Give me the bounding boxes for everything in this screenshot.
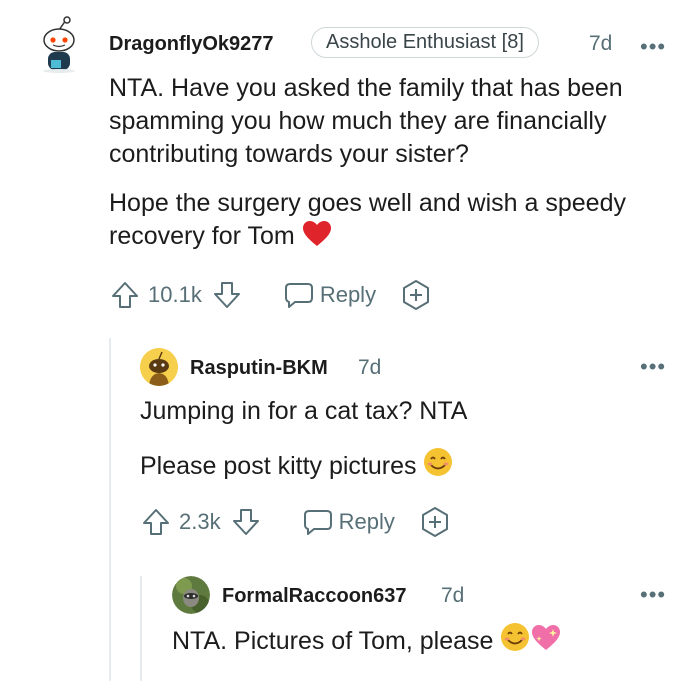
comment-actions: 2.3k Reply (141, 506, 451, 538)
reply-label: Reply (338, 509, 395, 534)
comment-paragraph: NTA. Pictures of Tom, please (172, 622, 672, 661)
comment-paragraph: NTA. Have you asked the family that has … (109, 74, 623, 168)
comment-actions: 10.1k Reply (110, 279, 432, 311)
reply-button[interactable]: Reply (284, 281, 376, 309)
comment-paragraph: Please post kitty pictures (140, 447, 680, 486)
comment-body: NTA. Pictures of Tom, please (172, 622, 672, 661)
more-options-button[interactable]: ••• (640, 584, 666, 606)
avatar[interactable] (36, 16, 82, 74)
reply-button[interactable]: Reply (303, 508, 395, 536)
reply-label: Reply (319, 282, 377, 307)
comment-author[interactable]: DragonflyOk9277 (109, 33, 274, 56)
avatar[interactable] (140, 348, 178, 386)
avatar[interactable] (172, 576, 210, 614)
upvote-icon[interactable] (110, 280, 140, 310)
user-flair: Asshole Enthusiast [8] (311, 27, 539, 58)
snoo-avatar-icon (140, 348, 178, 386)
comment-author[interactable]: FormalRaccoon637 (222, 585, 407, 608)
vote-score: 2.3k (179, 509, 221, 534)
comment-age: 7d (441, 584, 465, 607)
downvote-icon[interactable] (212, 280, 242, 310)
thread-line[interactable] (109, 338, 111, 681)
thread-line[interactable] (140, 576, 142, 681)
award-icon[interactable] (419, 506, 451, 538)
downvote-icon[interactable] (231, 507, 261, 537)
comment-age: 7d (589, 32, 613, 55)
snoo-avatar-icon (43, 16, 75, 73)
more-options-button[interactable]: ••• (640, 356, 666, 378)
upvote-icon[interactable] (141, 507, 171, 537)
chat-bubble-icon (303, 508, 333, 536)
comment-age: 7d (358, 356, 382, 379)
comment-paragraph: Jumping in for a cat tax? NTA (140, 397, 468, 425)
chat-bubble-icon (284, 281, 314, 309)
red-heart-icon (302, 220, 332, 256)
more-options-button[interactable]: ••• (640, 36, 666, 58)
vote-score: 10.1k (148, 282, 202, 307)
raccoon-photo-avatar-icon (172, 576, 210, 614)
comment-paragraph: Hope the surgery goes well and wish a sp… (109, 187, 679, 256)
sparkling-heart-icon (530, 622, 562, 661)
comment-body: NTA. Have you asked the family that has … (109, 72, 679, 256)
award-icon[interactable] (400, 279, 432, 311)
smiling-face-icon (423, 447, 453, 486)
comment-body: Jumping in for a cat tax? NTA Please pos… (140, 395, 680, 486)
smiling-face-icon (500, 622, 530, 661)
comment-author[interactable]: Rasputin-BKM (190, 357, 328, 380)
